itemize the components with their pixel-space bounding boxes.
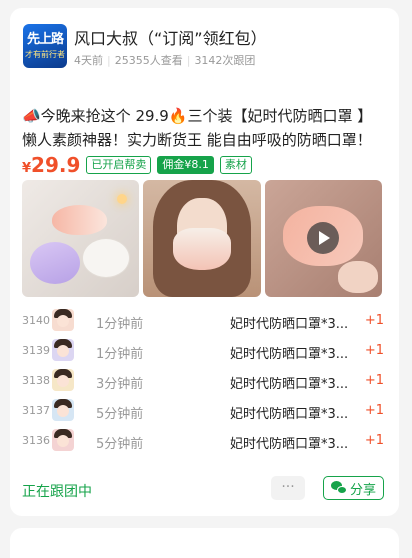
order-quantity: +1 xyxy=(364,343,384,358)
price: ¥29.9 xyxy=(22,153,80,177)
order-number: 3140 xyxy=(22,314,50,327)
purple-mask-shape xyxy=(30,242,80,284)
face-shape xyxy=(57,405,69,417)
order-list: 3140 1分钟前 妃时代防晒口罩*3... +1 3139 1分钟前 妃时代防… xyxy=(20,306,388,456)
next-card-edge xyxy=(10,528,399,558)
view-count: 25355人查看 xyxy=(114,54,183,67)
user-avatar xyxy=(52,399,74,421)
post-time: 4天前 xyxy=(74,54,103,67)
group-buy-card[interactable]: 先上路 才有前行者 风口大叔（“订阅”领红包） 4天前 | 25355人查看 | 314… xyxy=(10,8,399,516)
more-options-button[interactable]: ··· xyxy=(271,476,305,500)
currency-symbol: ¥ xyxy=(22,161,32,176)
avatar-text-main: 先上路 xyxy=(26,32,64,47)
share-label: 分享 xyxy=(349,482,376,498)
order-row: 3136 5分钟前 妃时代防晒口罩*3... +1 xyxy=(20,426,388,456)
order-time: 1分钟前 xyxy=(96,347,144,362)
image-gallery xyxy=(22,180,382,297)
face-shape xyxy=(57,315,69,327)
following-status[interactable]: 正在跟团中 xyxy=(22,481,92,501)
post-meta: 4天前 | 25355人查看 | 3142次跟团 xyxy=(74,52,255,68)
user-avatar xyxy=(52,369,74,391)
face-shape xyxy=(57,345,69,357)
hand-shape xyxy=(337,261,378,293)
face-shape xyxy=(57,435,69,447)
order-time: 5分钟前 xyxy=(96,437,144,452)
order-quantity: +1 xyxy=(364,403,384,418)
order-row: 3139 1分钟前 妃时代防晒口罩*3... +1 xyxy=(20,336,388,366)
order-product: 妃时代防晒口罩*3... xyxy=(230,317,349,332)
post-description[interactable]: 📣今晚来抢这个 29.9🔥三个装【妃时代防晒口罩 】 懒人素颜神器！实力断货王 … xyxy=(22,104,386,152)
description-line-2: 懒人素颜神器！实力断货王 能自由呼吸的防晒口罩！ xyxy=(22,131,372,149)
wechat-bubble-right xyxy=(336,486,347,494)
order-number: 3137 xyxy=(22,404,50,417)
play-icon[interactable] xyxy=(306,222,339,254)
order-row: 3138 3分钟前 妃时代防晒口罩*3... +1 xyxy=(20,366,388,396)
order-time: 1分钟前 xyxy=(96,317,144,332)
woman-wearing-mask-photo[interactable] xyxy=(143,180,261,297)
avatar-text-sub: 才有前行者 xyxy=(25,50,65,59)
material-badge[interactable]: 素材 xyxy=(219,156,252,174)
order-time: 3分钟前 xyxy=(96,377,144,392)
description-line-1: 📣今晚来抢这个 29.9🔥三个装【妃时代防晒口罩 】 xyxy=(22,107,373,125)
worn-mask-shape xyxy=(173,228,232,270)
order-quantity: +1 xyxy=(364,313,384,328)
account-avatar[interactable]: 先上路 才有前行者 xyxy=(23,24,67,68)
mask-video-thumbnail[interactable] xyxy=(264,180,382,297)
face-shape xyxy=(57,375,69,387)
order-number: 3138 xyxy=(22,374,50,387)
price-value: 29.9 xyxy=(31,153,81,177)
account-name[interactable]: 风口大叔（“订阅”领红包） xyxy=(74,25,267,49)
follow-count: 3142次跟团 xyxy=(194,54,256,67)
order-row: 3137 5分钟前 妃时代防晒口罩*3... +1 xyxy=(20,396,388,426)
order-product: 妃时代防晒口罩*3... xyxy=(230,347,349,362)
share-button[interactable]: 分享 xyxy=(323,476,384,500)
masks-product-photo[interactable] xyxy=(22,180,140,297)
commission-badge: 佣金¥8.1 xyxy=(157,156,214,174)
user-avatar xyxy=(52,309,74,331)
white-mask-shape xyxy=(82,238,130,278)
order-quantity: +1 xyxy=(364,433,384,448)
pink-mask-shape xyxy=(52,205,107,235)
order-product: 妃时代防晒口罩*3... xyxy=(230,377,349,392)
order-time: 5分钟前 xyxy=(96,407,144,422)
user-avatar xyxy=(52,339,74,361)
order-product: 妃时代防晒口罩*3... xyxy=(230,437,349,452)
lamp-glow xyxy=(117,194,128,204)
meta-divider: | xyxy=(186,54,191,67)
user-avatar xyxy=(52,429,74,451)
meta-divider: | xyxy=(107,54,111,67)
order-number: 3136 xyxy=(22,434,50,447)
order-quantity: +1 xyxy=(364,373,384,388)
order-product: 妃时代防晒口罩*3... xyxy=(230,407,349,422)
order-number: 3139 xyxy=(22,344,50,357)
order-row: 3140 1分钟前 妃时代防晒口罩*3... +1 xyxy=(20,306,388,336)
price-row: ¥29.9 已开启帮卖 佣金¥8.1 素材 xyxy=(22,153,252,177)
wechat-icon xyxy=(330,481,347,495)
help-sell-badge: 已开启帮卖 xyxy=(86,156,152,174)
